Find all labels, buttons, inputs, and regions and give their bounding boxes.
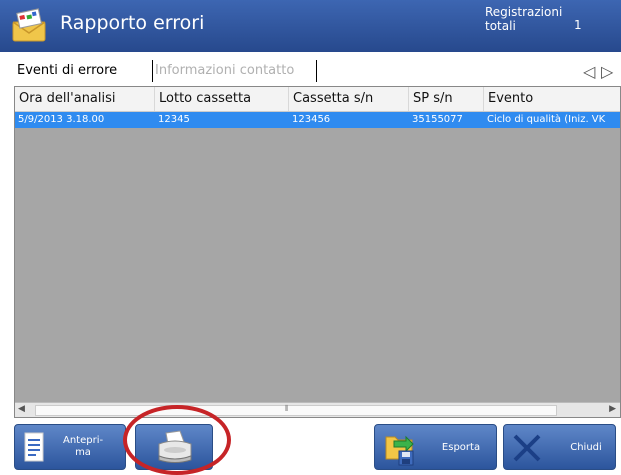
cell-event: Ciclo di qualità (Iniz. VK — [487, 114, 606, 125]
column-header-sp-sn[interactable]: SP s/n — [409, 87, 484, 111]
table-header: Ora dell'analisi Lotto cassetta Cassetta… — [15, 87, 620, 112]
scroll-grip-icon: ⦀ — [285, 404, 289, 413]
annotation-circle — [123, 405, 231, 475]
document-preview-icon — [24, 432, 44, 462]
column-header-analysis-time[interactable]: Ora dell'analisi — [15, 87, 155, 111]
export-button-label: Esporta — [441, 442, 481, 453]
export-folder-icon — [385, 435, 414, 466]
registrations-label: Registrazioni totali — [485, 5, 563, 33]
column-header-cassette-lot[interactable]: Lotto cassetta — [155, 87, 289, 111]
previous-tab-arrow-icon[interactable]: ◁ — [583, 62, 595, 81]
error-events-table[interactable]: Ora dell'analisi Lotto cassetta Cassetta… — [14, 86, 621, 418]
scroll-left-icon[interactable]: ◀ — [18, 404, 25, 414]
close-button-label: Chiudi — [570, 442, 602, 453]
export-button[interactable]: Esporta — [374, 424, 497, 470]
column-header-cassette-sn[interactable]: Cassetta s/n — [289, 87, 409, 111]
close-button[interactable]: Chiudi — [503, 424, 616, 470]
registrations-count: 1 — [574, 18, 582, 32]
cell-cassette-lot: 12345 — [158, 114, 190, 125]
tab-contact-info[interactable]: Informazioni contatto — [152, 60, 317, 82]
horizontal-scrollbar[interactable]: ◀ ⦀ ▶ — [15, 402, 620, 417]
scroll-right-icon[interactable]: ▶ — [609, 404, 616, 414]
close-x-icon — [513, 434, 541, 462]
column-header-event[interactable]: Evento — [484, 87, 620, 111]
window-title: Rapporto errori — [60, 12, 205, 34]
cell-cassette-sn: 123456 — [292, 114, 331, 125]
cell-analysis-time: 5/9/2013 3.18.00 — [18, 114, 105, 125]
next-tab-arrow-icon[interactable]: ▷ — [601, 62, 613, 81]
cell-sp-sn: 35155077 — [412, 114, 463, 125]
scrollbar-thumb[interactable] — [35, 405, 557, 416]
preview-button-label: Antepri- ma — [63, 435, 104, 458]
title-bar: Rapporto errori Registrazioni totali 1 — [0, 0, 621, 52]
preview-button[interactable]: Antepri- ma — [14, 424, 126, 470]
envelope-report-icon — [12, 8, 46, 42]
table-row[interactable]: 5/9/2013 3.18.00 12345 123456 35155077 C… — [15, 112, 620, 128]
tab-error-events[interactable]: Eventi di errore — [14, 60, 153, 82]
